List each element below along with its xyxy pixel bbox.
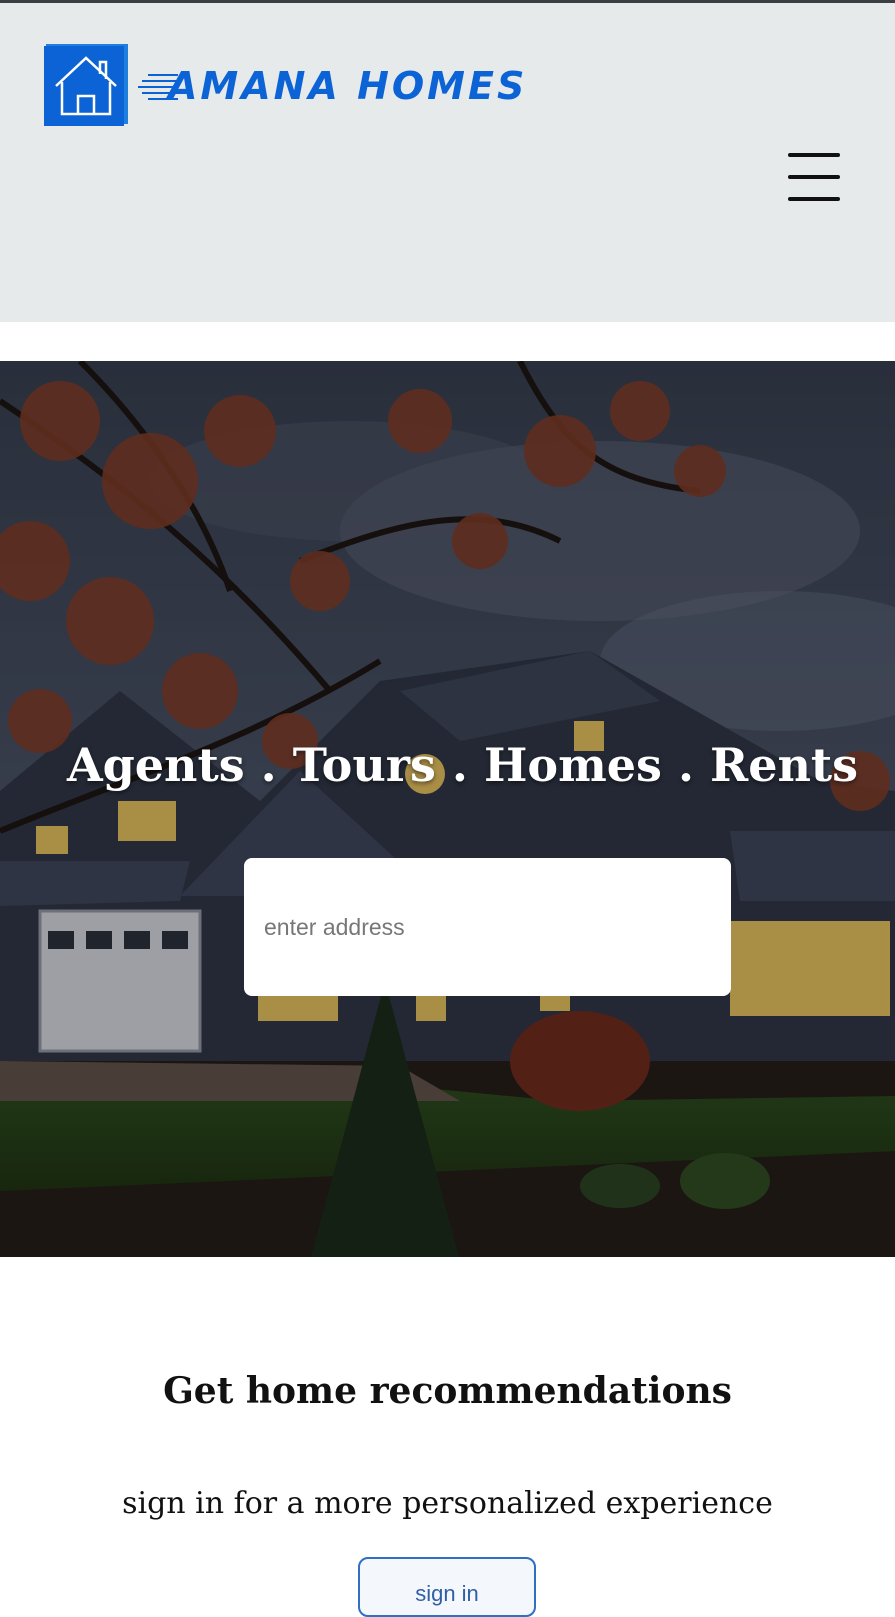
hamburger-menu-icon[interactable] — [786, 151, 842, 203]
hero-banner — [0, 361, 895, 1257]
recommendations-subtitle: sign in for a more personalized experien… — [122, 1486, 773, 1521]
recommendations-title: Get home recommendations — [163, 1370, 732, 1412]
address-search-input[interactable] — [244, 858, 731, 996]
logo-text: Amana Homes — [168, 64, 528, 108]
logo-wordmark: Amana Homes — [168, 61, 527, 111]
site-header: Amana Homes — [0, 3, 895, 322]
hero-tagline: Agents . Tours . Homes . Rents — [66, 738, 859, 792]
house-logo-icon — [44, 44, 128, 126]
sign-in-button[interactable]: sign in — [358, 1557, 536, 1617]
hero-house-image — [0, 361, 895, 1257]
